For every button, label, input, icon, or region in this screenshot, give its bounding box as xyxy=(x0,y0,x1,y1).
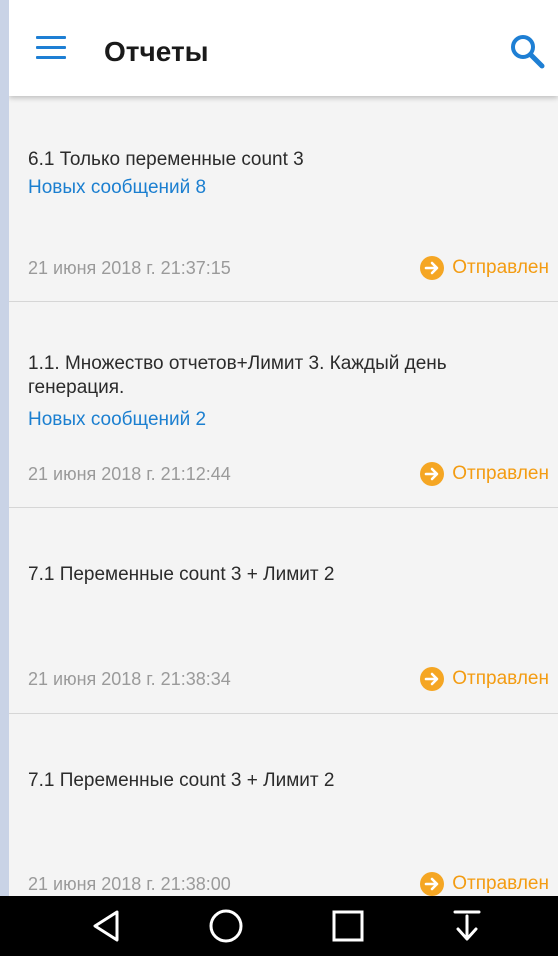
arrow-right-circle-icon xyxy=(420,462,445,486)
status-label: Отправлен xyxy=(452,668,549,689)
status-badge: Отправлен xyxy=(420,256,549,280)
system-nav-bar xyxy=(0,896,558,956)
report-item[interactable]: 7.1 Переменные count 3 + Лимит 2 21 июня… xyxy=(9,508,558,714)
report-item[interactable]: 6.1 Только переменные count 3 Новых сооб… xyxy=(9,96,558,302)
status-label: Отправлен xyxy=(452,463,549,484)
status-label: Отправлен xyxy=(452,257,549,278)
arrow-right-circle-icon xyxy=(420,872,445,896)
report-date: 21 июня 2018 г. 21:38:34 xyxy=(28,669,231,689)
report-item[interactable]: 7.1 Переменные count 3 + Лимит 2 21 июня… xyxy=(9,714,558,896)
home-circle-icon[interactable] xyxy=(206,906,246,946)
search-icon[interactable] xyxy=(508,32,546,70)
arrow-right-circle-icon xyxy=(420,256,445,280)
left-edge-strip xyxy=(0,0,9,896)
new-messages-label: Новых сообщений 8 xyxy=(28,177,207,198)
report-date: 21 июня 2018 г. 21:37:15 xyxy=(28,258,231,278)
status-badge: Отправлен xyxy=(420,667,549,691)
app-bar: Отчеты xyxy=(9,0,558,96)
status-badge: Отправлен xyxy=(420,872,549,896)
reports-list: 6.1 Только переменные count 3 Новых сооб… xyxy=(9,96,558,896)
status-badge: Отправлен xyxy=(420,462,549,486)
status-label: Отправлен xyxy=(452,873,549,894)
report-title: 1.1. Множество отчетов+Лимит 3. Каждый д… xyxy=(28,353,447,398)
recents-square-icon[interactable] xyxy=(328,906,368,946)
report-item[interactable]: 1.1. Множество отчетов+Лимит 3. Каждый д… xyxy=(9,302,558,508)
back-triangle-icon[interactable] xyxy=(87,906,127,946)
hamburger-menu-icon[interactable] xyxy=(36,36,66,62)
new-messages-label: Новых сообщений 2 xyxy=(28,409,207,430)
report-date: 21 июня 2018 г. 21:12:44 xyxy=(28,464,231,484)
report-title: 7.1 Переменные count 3 + Лимит 2 xyxy=(28,564,335,585)
arrow-right-circle-icon xyxy=(420,667,445,691)
report-title: 7.1 Переменные count 3 + Лимит 2 xyxy=(28,770,335,791)
report-date: 21 июня 2018 г. 21:38:00 xyxy=(28,874,231,894)
report-title: 6.1 Только переменные count 3 xyxy=(28,149,304,170)
download-arrow-icon[interactable] xyxy=(447,906,487,946)
app-screen: Отчеты 6.1 Только переменные count 3 Нов… xyxy=(9,0,558,896)
page-title: Отчеты xyxy=(104,36,209,67)
